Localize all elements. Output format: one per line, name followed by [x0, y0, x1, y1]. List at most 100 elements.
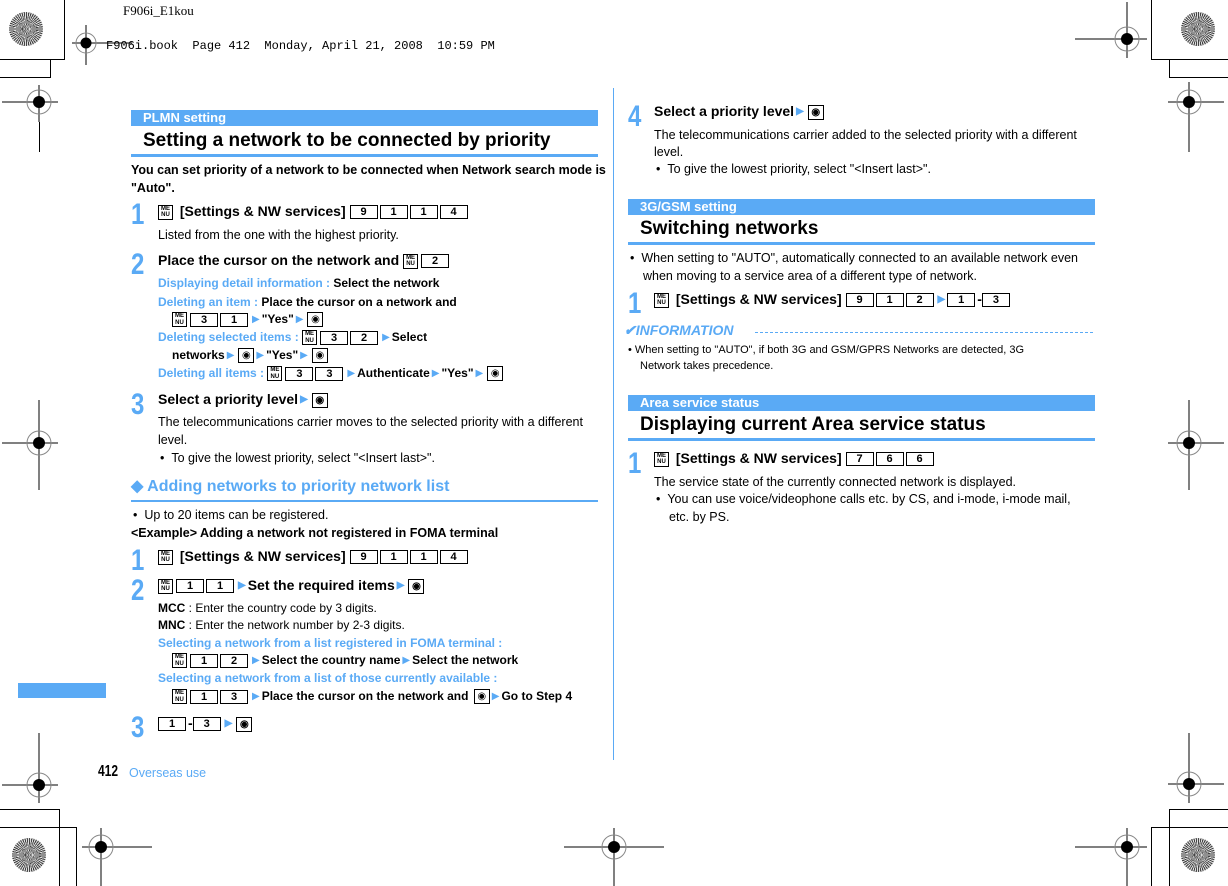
- bullet-item: • You can use voice/videophone calls etc…: [656, 492, 1071, 506]
- step-number: 1: [628, 447, 642, 480]
- menu-key-icon: ME NU: [302, 330, 318, 346]
- step-instruction: Place the cursor on the network and ME NU…: [158, 251, 451, 269]
- bullet-item: • When setting to "AUTO", automatically …: [630, 251, 1078, 265]
- step-number: 1: [628, 287, 642, 320]
- crop-line: [0, 59, 65, 60]
- step-number: 2: [131, 248, 145, 281]
- registration-mark-icon: [1075, 828, 1147, 886]
- menu-key-icon: ME NU: [158, 549, 173, 565]
- bullet-item-cont: etc. by PS.: [669, 510, 730, 524]
- section-band-area: Area service status: [628, 395, 1095, 411]
- key-2: 2: [421, 254, 450, 269]
- section-band-gsm: 3G/GSM setting: [628, 199, 1095, 215]
- option-line: Deleting selected items : ME NU 3 2 ▶ Select: [158, 330, 428, 346]
- intro-text: You can set priority of a network to be …: [131, 163, 606, 177]
- bullet-item: • To give the lowest priority, select "<…: [160, 451, 435, 465]
- section-band-plmn: PLMN setting: [131, 110, 598, 126]
- bullet-icon: •: [628, 344, 635, 356]
- option-line: Deleting an item : Place the cursor on a…: [158, 295, 457, 309]
- step-description: The telecommunications carrier added to …: [654, 128, 1077, 142]
- arrow-icon: ▶: [396, 580, 405, 592]
- bullet-item: • Up to 20 items can be registered.: [133, 508, 329, 522]
- arrow-icon: ▶: [937, 294, 946, 306]
- crop-line: [39, 122, 40, 152]
- arrow-icon: ▶: [300, 394, 308, 406]
- section-title-priority: Setting a network to be connected by pri…: [143, 130, 551, 151]
- arrow-icon: ▶: [252, 690, 260, 702]
- color-rosette-icon: [9, 12, 43, 46]
- arrow-icon: ▶: [295, 313, 304, 325]
- step-number: 4: [628, 100, 642, 133]
- step-description: Listed from the one with the highest pri…: [158, 228, 399, 242]
- option-line: ME NU 1 3 ▶ Place the cursor on the network a…: [172, 688, 572, 705]
- information-heading: ✔INFORMATION: [624, 322, 734, 338]
- registration-mark-icon: [1168, 82, 1224, 152]
- information-item: • When setting to "AUTO", if both 3G and…: [628, 344, 1025, 356]
- camera-key-icon: ◉: [236, 716, 253, 732]
- camera-key-icon: ◉: [311, 392, 328, 408]
- step-description: level.: [158, 433, 188, 447]
- crop-line: [1169, 77, 1228, 78]
- arrow-icon: ▶: [475, 367, 484, 379]
- step-instruction: ME NU [Settings & NW services] 9 1 2 ▶ 1-3: [654, 290, 1012, 309]
- menu-key-icon: ME NU: [267, 366, 283, 382]
- crop-line: [0, 77, 51, 78]
- menu-key-icon: ME NU: [172, 312, 187, 328]
- arrow-icon: ▶: [491, 690, 500, 702]
- arrow-icon: ▶: [252, 313, 260, 325]
- option-line: Displaying detail information : Select t…: [158, 276, 440, 290]
- option-line: Selecting a network from a list register…: [158, 636, 503, 650]
- arrow-icon: ▶: [226, 349, 235, 361]
- bullet-item: • To give the lowest priority, select "<…: [656, 162, 931, 176]
- arrow-icon: ▶: [796, 106, 804, 118]
- bullet-icon: •: [656, 492, 668, 506]
- file-label: F906i_E1kou: [123, 3, 194, 18]
- intro-text: "Auto".: [131, 181, 175, 195]
- bullet-icon: •: [656, 162, 668, 176]
- option-line: ME NU 3 1 ▶ "Yes" ▶ ◉: [172, 311, 324, 328]
- step-number: 1: [131, 544, 145, 577]
- bullet-icon: •: [630, 251, 642, 265]
- arrow-icon: ▶: [256, 349, 265, 361]
- color-rosette-icon: [12, 838, 46, 872]
- column-divider: [613, 88, 614, 760]
- step-number: 1: [131, 198, 145, 231]
- option-line: ME NU 1 2 ▶ Select the country name ▶ Select th…: [172, 652, 518, 669]
- field-description: MCC : Enter the country code by 3 digits…: [158, 601, 377, 615]
- diamond-icon: ◆: [131, 478, 144, 495]
- field-description: MNC : Enter the network number by 2-3 di…: [158, 618, 405, 632]
- step-number: 3: [131, 711, 145, 744]
- registration-mark-icon: [1168, 400, 1224, 490]
- color-rosette-icon: [1181, 838, 1215, 872]
- option-line: Selecting a network from a list of those…: [158, 671, 498, 685]
- step-instruction: Select a priority level ▶ ◉: [158, 390, 328, 409]
- camera-key-icon: ◉: [238, 348, 255, 364]
- arrow-icon: ▶: [402, 654, 411, 666]
- crop-line: [0, 809, 60, 810]
- menu-key-icon: ME NU: [654, 292, 669, 308]
- registration-mark-icon: [1075, 2, 1147, 58]
- step-instruction: ME NU [Settings & NW services] 766: [654, 449, 936, 467]
- crop-line: [0, 827, 77, 828]
- step-instruction: 1-3 ▶ ◉: [158, 714, 253, 733]
- registration-mark-icon: [82, 828, 152, 886]
- menu-key-icon: ME NU: [158, 204, 173, 220]
- bullet-icon: •: [133, 508, 145, 522]
- information-rule: [755, 332, 1093, 333]
- page-tab-marker: [18, 683, 106, 698]
- arrow-icon: ▶: [238, 580, 246, 592]
- menu-key-icon: ME NU: [654, 451, 669, 467]
- crop-line: [50, 60, 51, 77]
- section-rule: [628, 438, 1095, 441]
- camera-key-icon: ◉: [408, 578, 425, 594]
- camera-key-icon: ◉: [311, 348, 328, 364]
- crop-line: [1151, 827, 1228, 828]
- arrow-icon: ▶: [300, 349, 308, 361]
- option-line: networks ▶ ◉ ▶ "Yes" ▶ ◉: [172, 347, 328, 364]
- crop-line: [76, 827, 77, 886]
- key-4: 4: [439, 205, 468, 220]
- color-rosette-icon: [1181, 12, 1215, 46]
- camera-key-icon: ◉: [473, 689, 490, 705]
- step-description: The service state of the currently conne…: [654, 475, 1016, 489]
- crop-line: [1169, 809, 1228, 810]
